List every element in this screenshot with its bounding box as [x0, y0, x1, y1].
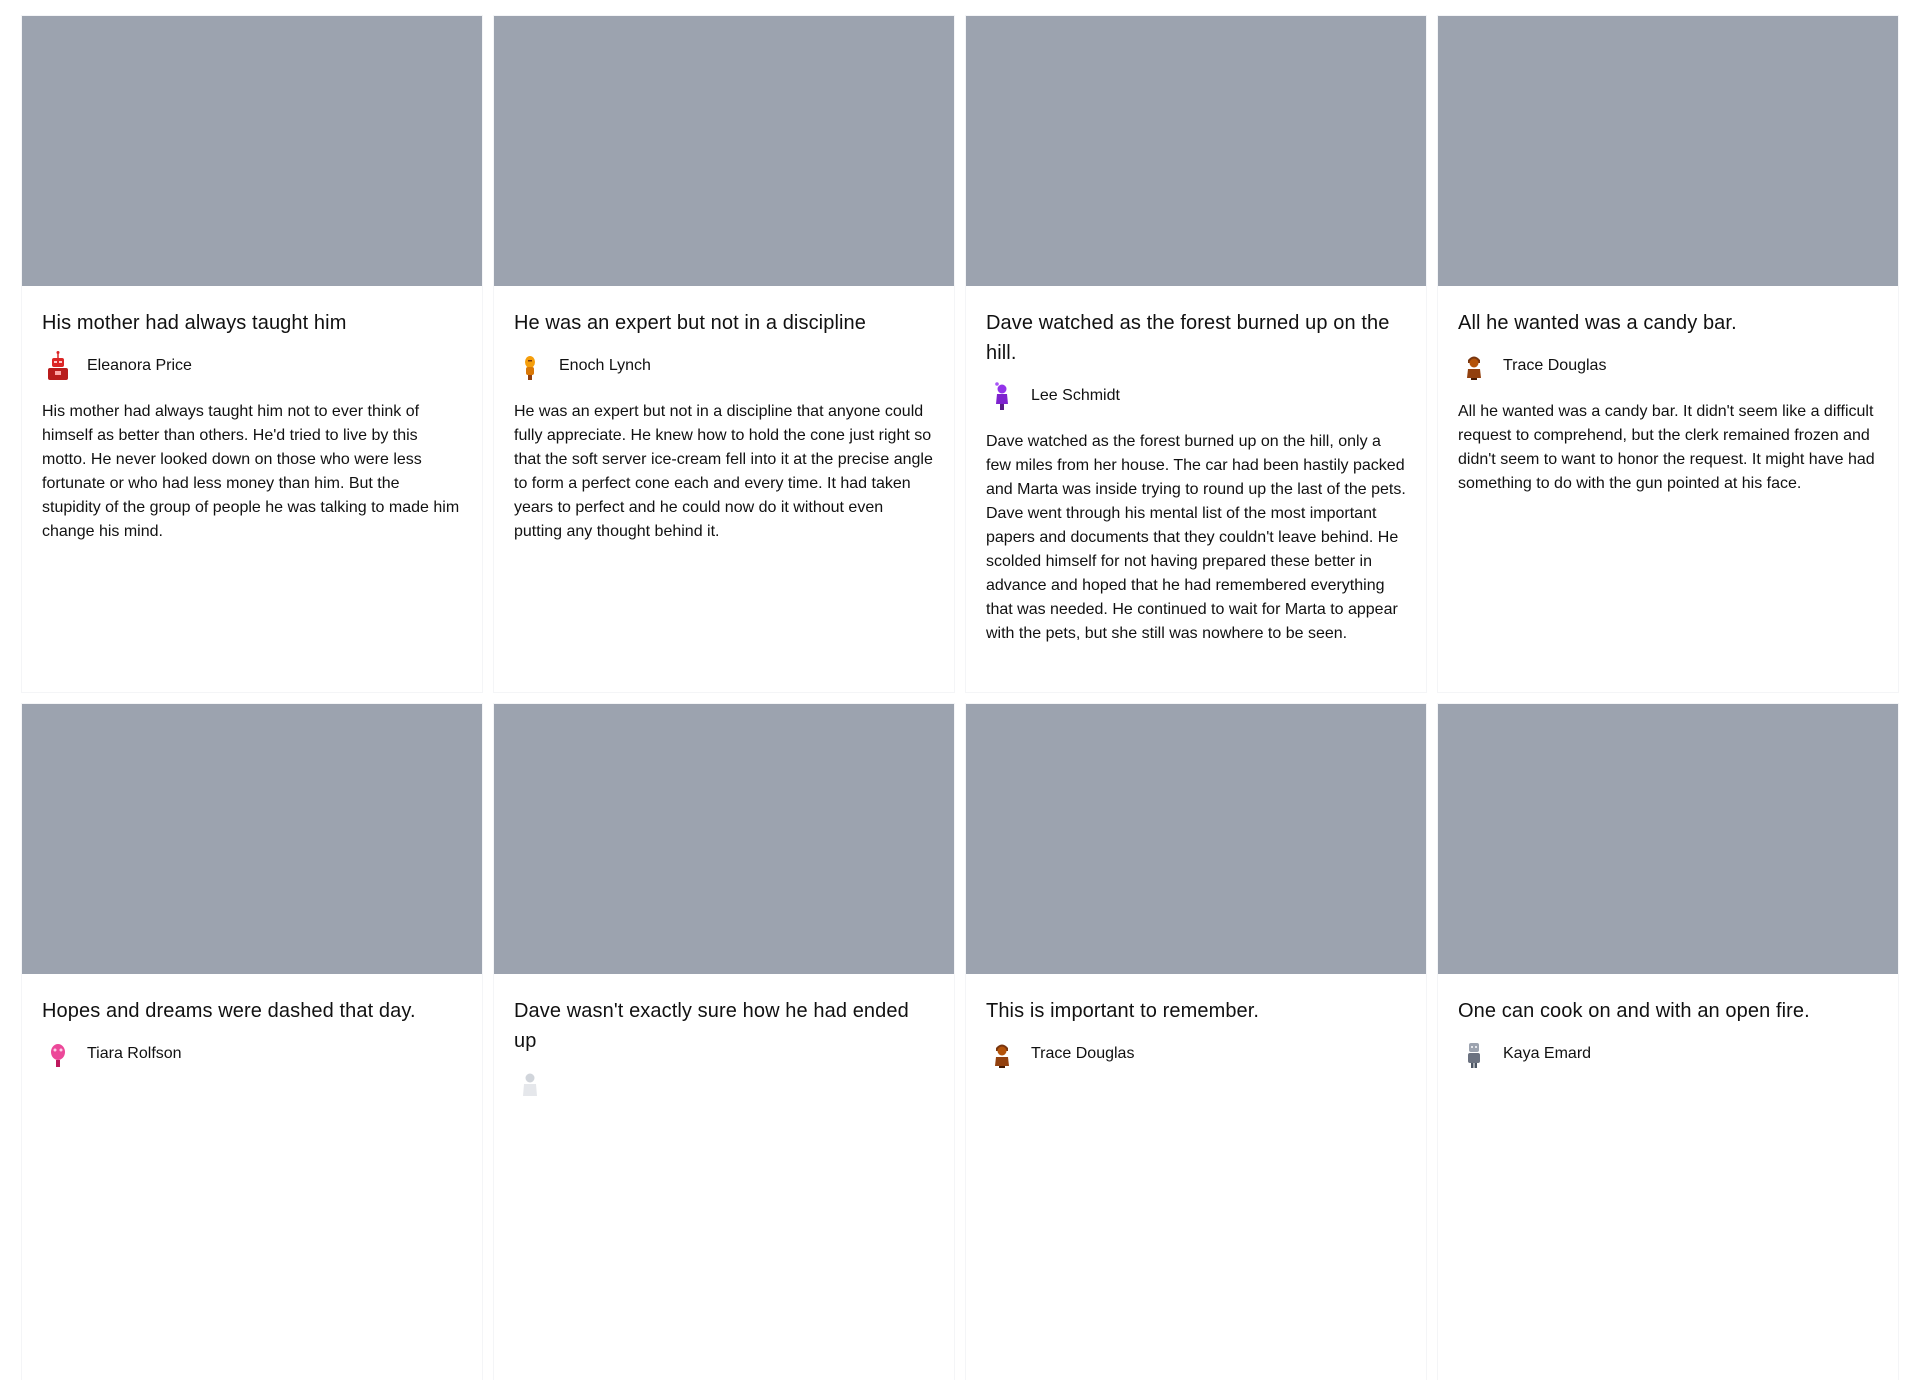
- card-author[interactable]: Lee Schmidt: [986, 380, 1406, 412]
- card-body: This is important to remember. Trace Dou…: [966, 974, 1426, 1088]
- card-image-placeholder[interactable]: [966, 704, 1426, 974]
- post-card[interactable]: Hopes and dreams were dashed that day. T…: [22, 704, 482, 1380]
- card-title[interactable]: This is important to remember.: [986, 996, 1406, 1026]
- card-body: All he wanted was a candy bar. Trace Dou…: [1438, 286, 1898, 496]
- card-author[interactable]: [514, 1068, 934, 1100]
- card-author[interactable]: Enoch Lynch: [514, 350, 934, 382]
- card-title[interactable]: Hopes and dreams were dashed that day.: [42, 996, 462, 1026]
- card-title[interactable]: He was an expert but not in a discipline: [514, 308, 934, 338]
- gray-robot-avatar-icon: [1468, 1043, 1480, 1068]
- card-body: Dave wasn't exactly sure how he had ende…: [494, 974, 954, 1118]
- card-body: One can cook on and with an open fire. K…: [1438, 974, 1898, 1088]
- post-card[interactable]: All he wanted was a candy bar. Trace Dou…: [1438, 16, 1898, 692]
- card-author[interactable]: Trace Douglas: [1458, 350, 1878, 382]
- card-image-placeholder[interactable]: [1438, 704, 1898, 974]
- card-excerpt: Dave watched as the forest burned up on …: [986, 433, 1406, 642]
- brown-figure-avatar-icon: [1467, 356, 1481, 380]
- author-name: Trace Douglas: [1031, 1045, 1135, 1062]
- card-body: Hopes and dreams were dashed that day. T…: [22, 974, 482, 1088]
- card-image-placeholder[interactable]: [966, 16, 1426, 286]
- author-name: Enoch Lynch: [559, 357, 651, 374]
- gray-figure-avatar-icon: [523, 1073, 537, 1096]
- card-title[interactable]: His mother had always taught him: [42, 308, 462, 338]
- card-image-placeholder[interactable]: [1438, 16, 1898, 286]
- author-name: Kaya Emard: [1503, 1045, 1592, 1062]
- card-image-placeholder[interactable]: [494, 16, 954, 286]
- card-body: His mother had always taught him Eleanor…: [22, 286, 482, 544]
- post-card[interactable]: One can cook on and with an open fire. K…: [1438, 704, 1898, 1380]
- card-author[interactable]: Kaya Emard: [1458, 1038, 1878, 1070]
- card-author[interactable]: Tiara Rolfson: [42, 1038, 462, 1070]
- post-card[interactable]: Dave wasn't exactly sure how he had ende…: [494, 704, 954, 1380]
- post-card[interactable]: This is important to remember. Trace Dou…: [966, 704, 1426, 1380]
- card-excerpt: All he wanted was a candy bar. It didn't…: [1458, 403, 1875, 492]
- author-name: Tiara Rolfson: [87, 1045, 182, 1062]
- card-body: He was an expert but not in a discipline…: [494, 286, 954, 544]
- card-title[interactable]: Dave wasn't exactly sure how he had ende…: [514, 996, 934, 1056]
- card-image-placeholder[interactable]: [494, 704, 954, 974]
- card-excerpt: His mother had always taught him not to …: [42, 403, 460, 540]
- card-image-placeholder[interactable]: [22, 704, 482, 974]
- post-card[interactable]: He was an expert but not in a discipline…: [494, 16, 954, 692]
- card-excerpt: He was an expert but not in a discipline…: [514, 403, 933, 540]
- author-name: Eleanora Price: [87, 357, 192, 374]
- card-image-placeholder[interactable]: [22, 16, 482, 286]
- card-body: Dave watched as the forest burned up on …: [966, 286, 1426, 646]
- pink-figure-avatar-icon: [51, 1044, 65, 1067]
- orange-figure-avatar-icon: [525, 356, 535, 380]
- card-author[interactable]: Trace Douglas: [986, 1038, 1406, 1070]
- card-title[interactable]: One can cook on and with an open fire.: [1458, 996, 1878, 1026]
- card-title[interactable]: Dave watched as the forest burned up on …: [986, 308, 1406, 368]
- brown-figure-avatar-icon: [995, 1044, 1009, 1068]
- red-robot-avatar-icon: [48, 351, 68, 380]
- purple-figure-avatar-icon: [995, 382, 1008, 410]
- post-card[interactable]: His mother had always taught him Eleanor…: [22, 16, 482, 692]
- author-name: Lee Schmidt: [1031, 387, 1120, 404]
- author-name: Trace Douglas: [1503, 357, 1607, 374]
- post-card[interactable]: Dave watched as the forest burned up on …: [966, 16, 1426, 692]
- card-grid: His mother had always taught him Eleanor…: [22, 16, 1907, 1380]
- card-author[interactable]: Eleanora Price: [42, 350, 462, 382]
- card-title[interactable]: All he wanted was a candy bar.: [1458, 308, 1878, 338]
